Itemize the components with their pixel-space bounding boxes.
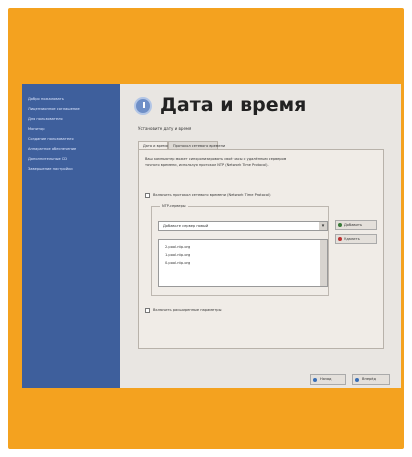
delete-server-button[interactable]: Удалить <box>335 234 377 244</box>
forward-button[interactable]: Вперёд <box>352 374 390 385</box>
list-item[interactable]: 0.pool.ntp.org <box>165 260 190 266</box>
add-server-label: Добавить <box>344 223 363 227</box>
server-combo[interactable]: Добавьте сервер новый ▾ <box>158 221 328 231</box>
forward-button-label: Вперёд <box>362 377 377 381</box>
sidebar-item-welcome[interactable]: Добро пожаловать <box>28 96 64 102</box>
ntp-enable-checkbox[interactable] <box>145 193 150 198</box>
main-content: Дата и время Установите дату и время Дат… <box>120 84 401 388</box>
back-arrow-icon <box>313 377 317 382</box>
ntp-enable-label: Включить протокол сетевого времени (Netw… <box>153 193 271 197</box>
advanced-options-checkbox[interactable] <box>145 308 150 313</box>
server-list-scrollbar[interactable] <box>320 240 327 286</box>
sidebar: Добро пожаловать Лицензионное соглашение… <box>22 84 120 388</box>
page-title: Дата и время <box>160 94 307 116</box>
sidebar-item-hardware[interactable]: Аппаратное обеспечение <box>28 146 76 152</box>
installer-window: Добро пожаловать Лицензионное соглашение… <box>22 84 401 388</box>
tab-network-time-protocol[interactable]: Протокол сетевого времени <box>168 141 225 149</box>
list-item[interactable]: 1.pool.ntp.org <box>165 252 190 258</box>
forward-arrow-icon <box>355 377 359 382</box>
ntp-description: Ваш компьютер может синхронизировать сво… <box>145 157 287 167</box>
add-server-button[interactable]: Добавить <box>335 220 377 230</box>
server-combo-value: Добавьте сервер новый <box>163 224 209 228</box>
tab-date-time[interactable]: Дата и время <box>138 141 168 149</box>
sidebar-item-user-info[interactable]: Для пользователя <box>28 116 63 122</box>
ntp-servers-group-title: NTP-серверы <box>160 204 188 209</box>
back-button[interactable]: Назад <box>310 374 346 385</box>
add-icon <box>338 223 342 227</box>
list-item[interactable]: 2.pool.ntp.org <box>165 244 190 250</box>
server-list[interactable]: 2.pool.ntp.org 1.pool.ntp.org 0.pool.ntp… <box>158 239 328 287</box>
sidebar-item-monitor[interactable]: Монитор <box>28 126 45 132</box>
chevron-down-icon[interactable]: ▾ <box>319 222 327 230</box>
sidebar-item-license[interactable]: Лицензионное соглашение <box>28 106 80 112</box>
tab-panel: Ваш компьютер может синхронизировать сво… <box>138 149 384 349</box>
delete-server-label: Удалить <box>344 237 360 241</box>
clock-icon <box>134 97 152 115</box>
sidebar-item-create-user[interactable]: Создание пользователя <box>28 136 74 142</box>
ntp-servers-group: NTP-серверы Добавьте сервер новый ▾ 2.po… <box>151 204 329 296</box>
advanced-options-label: Включить расширенные параметры <box>153 308 222 312</box>
page-subtitle: Установите дату и время <box>138 126 192 131</box>
sidebar-item-finish[interactable]: Завершение настройки <box>28 166 73 172</box>
sidebar-item-extra-cd[interactable]: Дополнительные CD <box>28 156 67 162</box>
back-button-label: Назад <box>320 377 332 381</box>
delete-icon <box>338 237 342 241</box>
